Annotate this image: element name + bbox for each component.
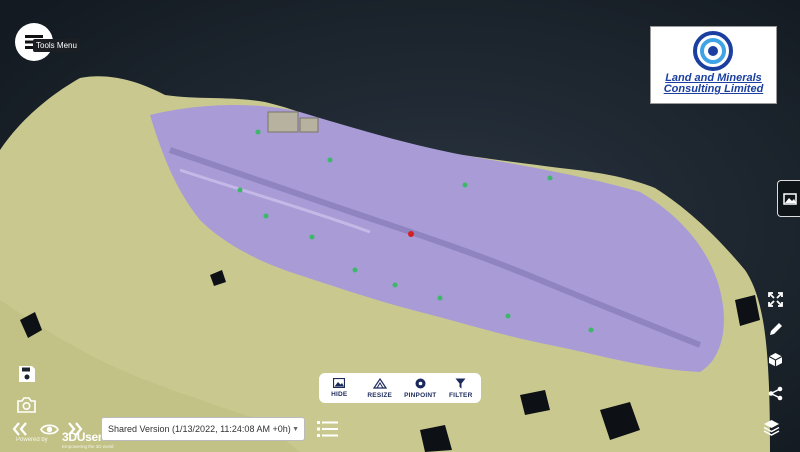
camera-icon [16, 397, 36, 413]
logo-mark-icon [693, 31, 733, 71]
hide-label: HIDE [331, 391, 348, 398]
screenshot-button[interactable] [15, 394, 37, 416]
pinpoint-icon [415, 378, 426, 388]
expand-icon [767, 291, 783, 307]
image-icon [333, 378, 346, 388]
list-icon [316, 421, 338, 437]
image-toggle-button[interactable] [777, 180, 800, 217]
layers-icon [763, 419, 779, 436]
powered-by-text: Powered by [16, 437, 48, 443]
layers-button[interactable] [760, 416, 782, 438]
cube-icon [768, 352, 782, 366]
save-button[interactable] [16, 363, 38, 385]
pinpoint-label: PINPOINT [404, 391, 437, 399]
chevron-down-icon: ▼ [292, 426, 299, 433]
draw-button[interactable] [764, 318, 786, 340]
model-button[interactable] [764, 348, 786, 370]
logo-line2: Consulting Limited [663, 83, 764, 95]
pencil-icon [769, 322, 782, 335]
filter-icon [455, 378, 466, 388]
double-chevron-left-icon [12, 422, 27, 436]
save-icon [19, 366, 35, 382]
pinpoint-button[interactable]: PINPOINT [400, 373, 441, 403]
brand-tagline: Empowering the 3D world [62, 444, 114, 449]
list-button[interactable] [316, 418, 338, 440]
bottom-toolbar: HIDE RESIZE PINPOINT FILTER [319, 373, 481, 403]
image-icon [782, 192, 797, 205]
version-select[interactable]: Shared Version (1/13/2022, 11:24:08 AM +… [101, 417, 305, 441]
fullscreen-button[interactable] [764, 288, 786, 310]
eye-icon [39, 423, 59, 435]
company-logo: Land and Minerals Consulting Limited [650, 26, 777, 104]
tools-menu-label: Tools Menu [33, 39, 80, 52]
hide-button[interactable]: HIDE [319, 373, 360, 403]
resize-label: RESIZE [367, 391, 393, 399]
version-value: Shared Version (1/13/2022, 11:24:08 AM +… [108, 424, 291, 434]
resize-icon [372, 377, 387, 389]
share-button[interactable] [764, 382, 786, 404]
resize-button[interactable]: RESIZE [360, 373, 401, 403]
filter-label: FILTER [449, 391, 473, 399]
share-icon [768, 386, 782, 400]
filter-button[interactable]: FILTER [441, 373, 482, 403]
